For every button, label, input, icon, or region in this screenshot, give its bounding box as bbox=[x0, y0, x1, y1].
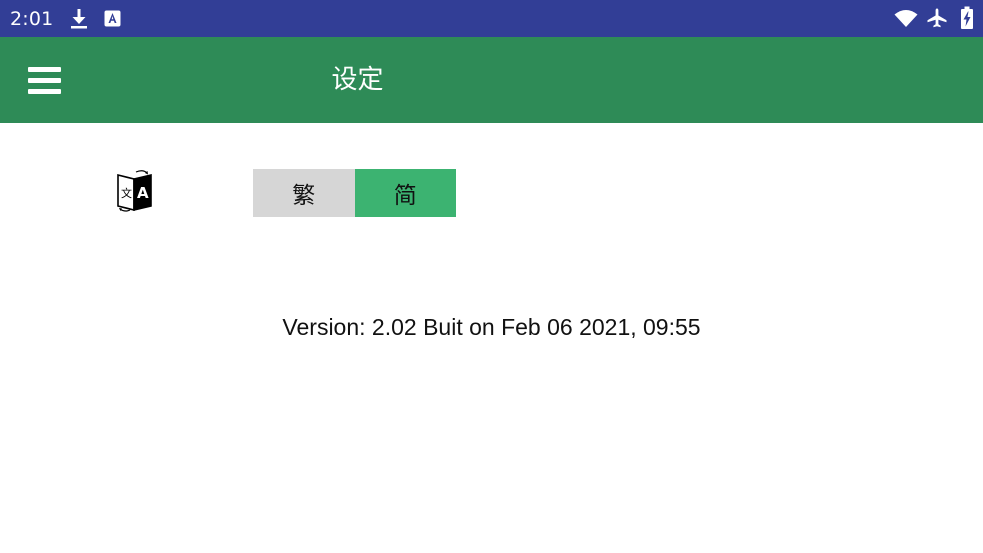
lang-simplified-button[interactable]: 简 bbox=[354, 169, 456, 217]
download-icon bbox=[71, 9, 87, 29]
status-time: 2:01 bbox=[10, 8, 54, 30]
status-bar: 2:01 bbox=[0, 0, 983, 37]
airplane-icon bbox=[927, 8, 947, 28]
translate-language-icon: 文 A bbox=[117, 170, 152, 212]
page-title: 设定 bbox=[331, 65, 384, 95]
language-toggle: 繁 简 bbox=[253, 169, 456, 217]
svg-text:A: A bbox=[137, 184, 149, 202]
app-bar: 设定 bbox=[0, 37, 983, 123]
lang-traditional-button[interactable]: 繁 bbox=[253, 169, 355, 217]
version-text: Version: 2.02 Buit on Feb 06 2021, 09:55 bbox=[282, 314, 701, 340]
battery-charging-icon bbox=[961, 6, 973, 29]
a-app-icon bbox=[104, 10, 121, 27]
svg-text:文: 文 bbox=[121, 186, 132, 200]
wifi-icon bbox=[894, 10, 918, 27]
